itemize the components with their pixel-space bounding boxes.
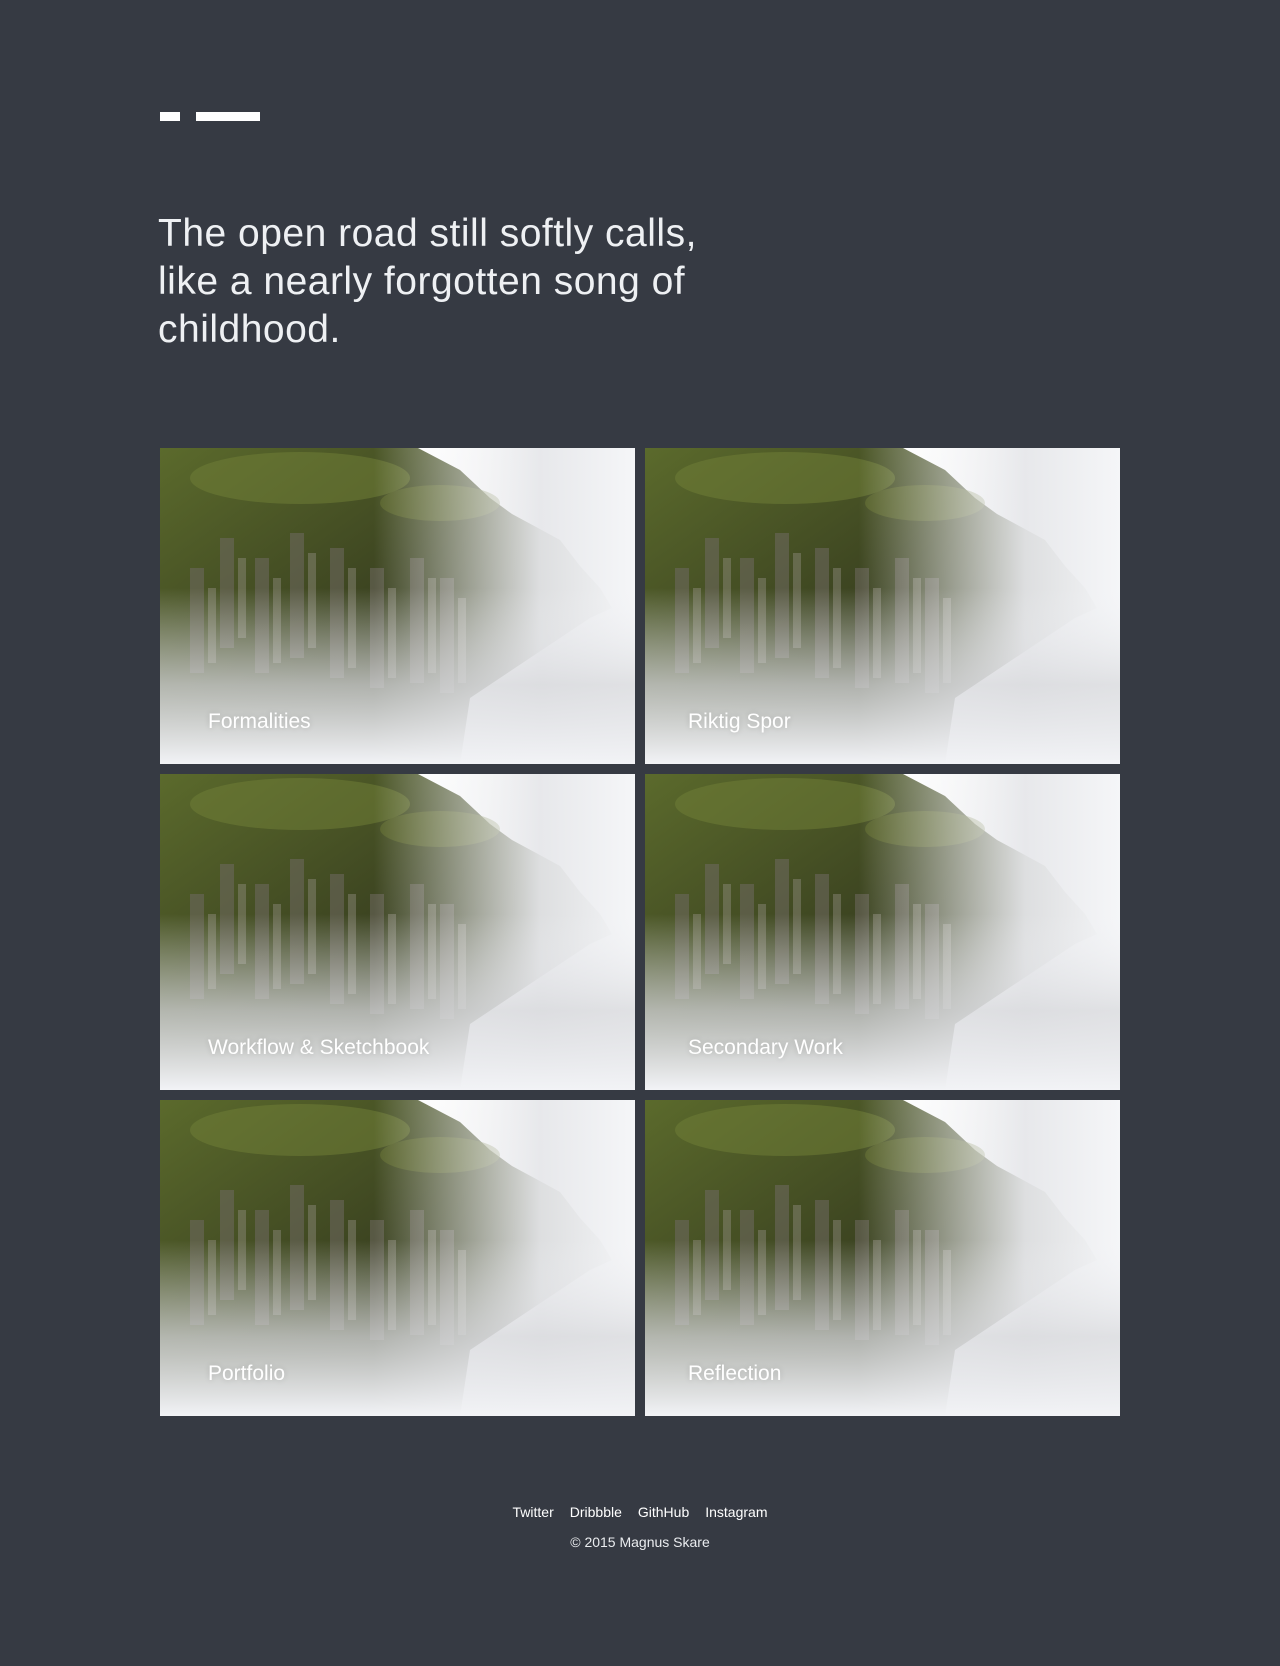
project-card-title: Formalities (208, 710, 311, 733)
project-card-title: Portfolio (208, 1362, 286, 1385)
github-link[interactable]: GithHub (638, 1504, 689, 1520)
page-headline: The open road still softly calls, like a… (158, 212, 697, 351)
logo-bars-icon[interactable] (160, 112, 262, 121)
site-footer: Twitter Dribbble GithHub Instagram © 201… (0, 1504, 1280, 1550)
project-card-title: Riktig Spor (688, 710, 791, 733)
project-card-formalities[interactable]: Formalities (160, 448, 635, 764)
project-grid: Formalities Riktig Spor Workflow & Sketc… (160, 448, 1120, 1416)
project-card-portfolio[interactable]: Portfolio (160, 1100, 635, 1416)
social-links: Twitter Dribbble GithHub Instagram (0, 1504, 1280, 1520)
instagram-link[interactable]: Instagram (705, 1504, 767, 1520)
project-card-workflow-sketchbook[interactable]: Workflow & Sketchbook (160, 774, 635, 1090)
project-card-reflection[interactable]: Reflection (645, 1100, 1120, 1416)
project-card-riktig-spor[interactable]: Riktig Spor (645, 448, 1120, 764)
project-card-title: Secondary Work (688, 1036, 843, 1059)
project-card-title: Workflow & Sketchbook (208, 1036, 430, 1059)
twitter-link[interactable]: Twitter (513, 1504, 554, 1520)
project-card-secondary-work[interactable]: Secondary Work (645, 774, 1120, 1090)
logo-short-bar (160, 112, 180, 121)
project-card-title: Reflection (688, 1362, 782, 1385)
dribbble-link[interactable]: Dribbble (570, 1504, 622, 1520)
logo-long-bar (196, 112, 260, 121)
copyright-text: © 2015 Magnus Skare (570, 1534, 710, 1550)
